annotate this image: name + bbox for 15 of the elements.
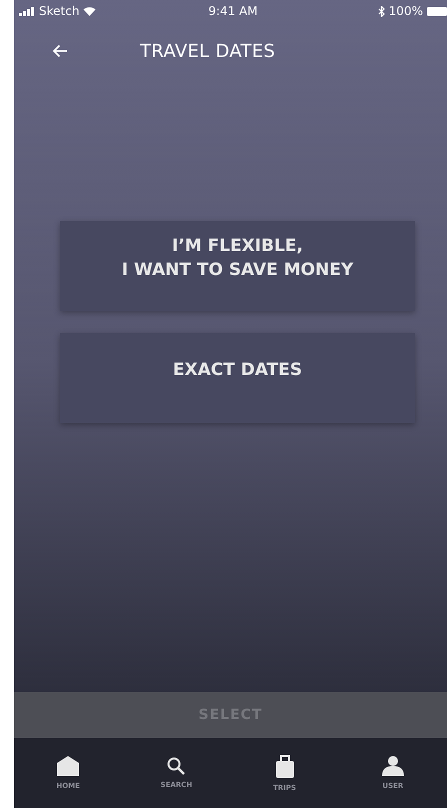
house-icon[interactable]	[57, 756, 80, 776]
page-title: TRAVEL DATES	[140, 40, 276, 62]
battery-icon	[426, 6, 447, 16]
status-time: 9:41 AM	[208, 4, 258, 18]
bluetooth-icon	[378, 6, 385, 16]
back-arrow-icon[interactable]	[52, 44, 68, 58]
option-button[interactable]: EXACT DATES	[60, 333, 415, 423]
option-button[interactable]: I’M FLEXIBLE, I WANT TO SAVE MONEY	[60, 221, 415, 311]
signal-icon	[19, 6, 35, 16]
wifi-icon	[83, 6, 96, 16]
carrier-name: Sketch	[39, 4, 80, 18]
suitcase-icon[interactable]	[276, 754, 294, 778]
user-icon[interactable]	[382, 756, 404, 776]
battery-percent: 100%	[388, 4, 423, 18]
search-icon[interactable]	[167, 757, 186, 775]
